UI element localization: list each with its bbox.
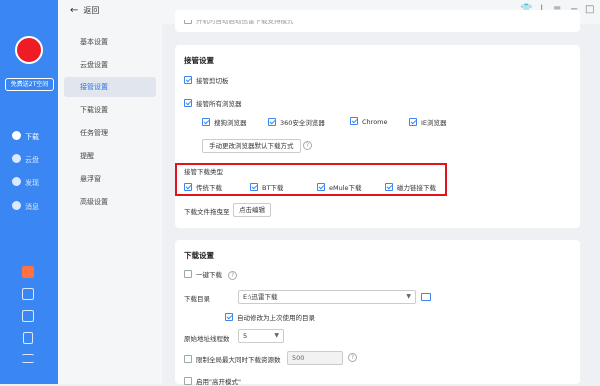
chevron-down-icon: ▼ [406, 293, 411, 300]
settings-nav: 基本设置 云盘设置 接管设置 下载设置 任务管理 提醒 悬浮窗 高级设置 [58, 24, 162, 384]
settings-nav-advanced[interactable]: 高级设置 [64, 192, 156, 212]
help-icon[interactable]: ? [228, 271, 238, 280]
gift-icon[interactable] [22, 266, 34, 278]
settings-nav-cloud[interactable]: 云盘设置 [64, 55, 156, 75]
takeover-settings-card: 接管设置 接管剪切板 接管所有浏览器 搜狗浏览器 360安全浏览器 Chrome… [175, 45, 580, 228]
sidebar-item-messages[interactable]: 消息 [0, 198, 58, 216]
360-checkbox[interactable] [268, 118, 276, 126]
sidebar-item-discover[interactable]: 发现 [0, 174, 58, 192]
free-space-badge[interactable]: 免费送2T空间 [5, 78, 54, 91]
auto-dir-checkbox[interactable] [225, 313, 233, 321]
download-dir-label: 下载目录 [184, 295, 210, 303]
drag-target-label: 下载文件拖曳至 [184, 208, 230, 216]
one-click-option[interactable]: 一键下载 ? [184, 269, 238, 280]
startup-option[interactable]: 开机时自动启动迅雷下载支持模式 [184, 20, 294, 25]
settings-nav-basic[interactable]: 基本设置 [64, 32, 156, 52]
compass-icon [12, 177, 21, 186]
settings-nav-takeover[interactable]: 接管设置 [64, 77, 156, 97]
download-icon [12, 131, 21, 140]
previous-settings-card: 开机时自动启动迅雷下载支持模式 [175, 10, 580, 32]
chrome-checkbox[interactable] [350, 117, 358, 125]
section-title: 下载设置 [184, 251, 214, 260]
cloud-icon [12, 154, 21, 163]
all-browsers-option[interactable]: 接管所有浏览器 [184, 98, 242, 108]
settings-nav-download[interactable]: 下载设置 [64, 100, 156, 120]
ie-checkbox[interactable] [409, 118, 417, 126]
clipboard-checkbox[interactable] [184, 76, 192, 84]
shirt-icon[interactable] [22, 310, 34, 322]
browser-chrome[interactable]: Chrome [350, 117, 388, 126]
limit-option[interactable]: 限制全局最大同时下载资源数 [184, 354, 281, 364]
menu-icon[interactable] [22, 354, 34, 363]
download-settings-card: 下载设置 一键下载 ? 下载目录 E:\迅雷下载 ▼ 自动修改为上次使用的目录 … [175, 240, 580, 386]
phone-icon[interactable] [23, 332, 33, 344]
clipboard-option[interactable]: 接管剪切板 [184, 75, 229, 85]
browser-ie[interactable]: IE浏览器 [409, 117, 447, 127]
download-dir-select[interactable]: E:\迅雷下载 ▼ [238, 290, 416, 304]
settings-nav-tasks[interactable]: 任务管理 [64, 123, 156, 143]
folder-icon[interactable] [421, 293, 431, 301]
section-title: 接管设置 [184, 56, 214, 65]
sogou-checkbox[interactable] [202, 118, 210, 126]
browser-360[interactable]: 360安全浏览器 [268, 117, 325, 127]
back-arrow-icon: ← [70, 5, 79, 16]
settings-nav-reminder[interactable]: 提醒 [64, 146, 156, 166]
one-click-checkbox[interactable] [184, 270, 192, 278]
sidebar-item-download[interactable]: 下载 [0, 128, 58, 146]
highlight-box [175, 163, 447, 196]
edit-button[interactable]: 点击编辑 [233, 203, 271, 217]
message-icon [12, 201, 21, 210]
auto-dir-option[interactable]: 自动修改为上次使用的目录 [225, 312, 315, 322]
enable-mode-option[interactable]: 启用"高开模式" [184, 376, 241, 386]
checkbox[interactable] [184, 20, 192, 24]
limit-checkbox[interactable] [184, 355, 192, 363]
sidebar-item-cloud[interactable]: 云盘 [0, 151, 58, 169]
manual-default-button[interactable]: 手动更改浏览器默认下载方式 [202, 139, 301, 153]
limit-input[interactable]: 500 [287, 351, 343, 365]
back-button[interactable]: ← 返回 [70, 5, 99, 16]
all-browsers-checkbox[interactable] [184, 99, 192, 107]
browser-sogou[interactable]: 搜狗浏览器 [202, 117, 247, 127]
chevron-down-icon: ▼ [274, 332, 279, 339]
image-icon[interactable] [22, 288, 34, 300]
avatar[interactable] [15, 36, 43, 64]
threads-label: 原始地址线程数 [184, 335, 230, 343]
help-icon[interactable]: ? [303, 141, 312, 150]
threads-select[interactable]: 5 ▼ [238, 329, 284, 343]
restore-icon[interactable]: □ [585, 4, 594, 15]
help-icon[interactable]: ? [348, 353, 357, 362]
settings-nav-floating[interactable]: 悬浮窗 [64, 169, 156, 189]
app-sidebar: 免费送2T空间 下载 云盘 发现 消息 [0, 0, 58, 384]
